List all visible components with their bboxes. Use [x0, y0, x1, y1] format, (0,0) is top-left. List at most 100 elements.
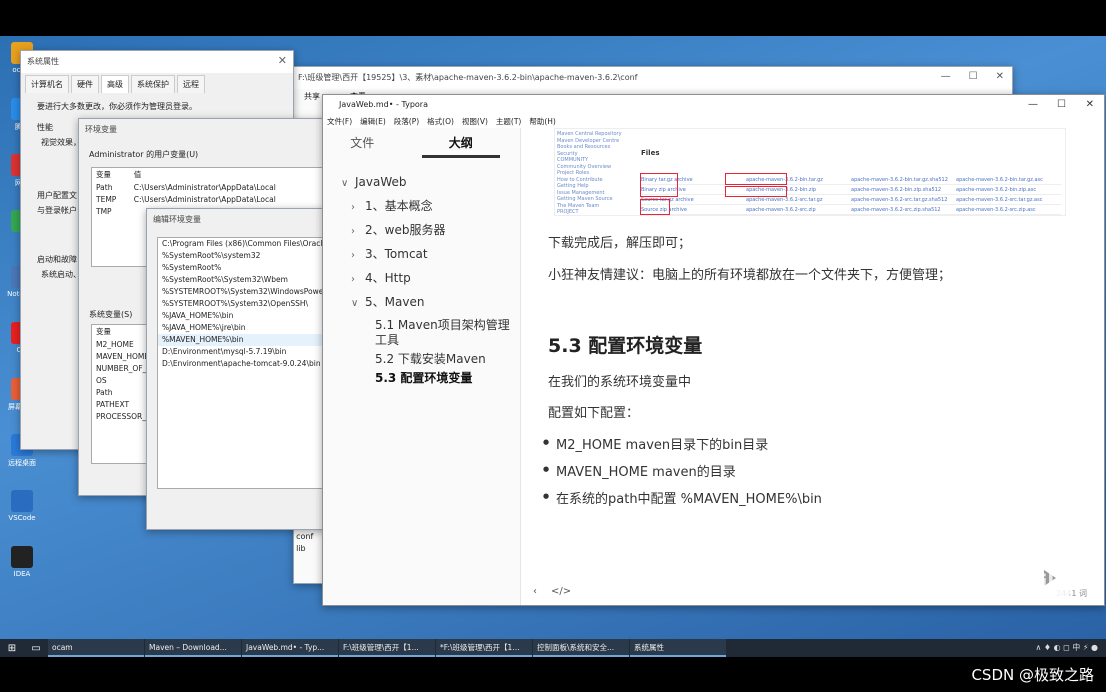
files-cell: apache-maven-3.6.2-src.zip: [746, 207, 816, 213]
maximize-icon[interactable]: ☐: [1057, 95, 1066, 115]
tab-outline[interactable]: 大纲: [421, 128, 500, 158]
outline-root[interactable]: ∨ JavaWeb: [323, 170, 520, 194]
sysprops-intro: 要进行大多数更改，你必须作为管理员登录。: [37, 102, 197, 111]
taskbar-item[interactable]: Maven – Download...: [145, 639, 241, 657]
minimize-icon[interactable]: —: [941, 71, 951, 82]
folder-icon: ■: [293, 544, 294, 553]
var-value: C:\Users\Administrator\AppData\Local: [133, 194, 276, 204]
path-entry[interactable]: %MAVEN_HOME%\bin: [158, 334, 325, 346]
chevron-down-icon: ∨: [341, 178, 349, 189]
chevron-right-icon: ›: [351, 250, 355, 261]
outline-item[interactable]: › 2、web服务器: [323, 218, 520, 242]
typora-window: JavaWeb.md• - Typora — ☐ ✕ 文件(F) 编辑(E) 段落(…: [322, 94, 1105, 606]
path-entry[interactable]: %SYSTEMROOT%\System32\WindowsPowerShe: [158, 286, 325, 298]
tab-0[interactable]: 计算机名: [25, 75, 69, 93]
user-vars-label: Administrator 的用户变量(U): [89, 150, 199, 159]
path-entry[interactable]: %SYSTEMROOT%\System32\OpenSSH\: [158, 298, 325, 310]
sidebar-footer: [323, 581, 521, 605]
app-icon: [11, 490, 33, 512]
outline-subitem[interactable]: 5.3 配置环境变量: [323, 371, 513, 386]
var-name: TEMP: [96, 194, 117, 204]
source-code-icon[interactable]: </>: [551, 586, 571, 597]
paragraph: 配置如下配置：: [548, 406, 640, 421]
outline-label: JavaWeb: [355, 175, 407, 189]
path-entry[interactable]: %JAVA_HOME%\bin: [158, 310, 325, 322]
tab-1[interactable]: 硬件: [71, 75, 99, 93]
taskbar-item[interactable]: 控制面板\系统和安全...: [533, 639, 629, 657]
menu-item[interactable]: 文件(F): [327, 115, 352, 128]
tab-3[interactable]: 系统保护: [131, 75, 175, 93]
menu-item[interactable]: 主题(T): [496, 115, 521, 128]
task-view-icon[interactable]: ▭: [24, 643, 48, 654]
letterbox-top: [0, 0, 1106, 36]
taskbar-item[interactable]: *F:\班级管理\西开【1...: [436, 639, 532, 657]
chevron-right-icon: ›: [351, 274, 355, 285]
outline-item[interactable]: › 3、Tomcat: [323, 242, 520, 266]
path-entry[interactable]: %JAVA_HOME%\jre\bin: [158, 322, 325, 334]
menu-item[interactable]: 编辑(E): [360, 115, 386, 128]
system-tray[interactable]: ∧ ♦ ◐ ◻ 中 ⚡ ●: [1035, 639, 1098, 657]
outline-item[interactable]: › 1、基本概念: [323, 194, 520, 218]
folder-lib[interactable]: ■ lib: [293, 544, 324, 556]
csdn-watermark: CSDN @极致之路: [971, 666, 1094, 684]
close-icon[interactable]: ✕: [996, 71, 1004, 82]
menu-item[interactable]: 视图(V): [462, 115, 488, 128]
explorer-title: F:\班级管理\西开【19525】\3、素材\apache-maven-3.6.…: [294, 67, 1012, 89]
desktop-icon[interactable]: IDEA: [6, 546, 38, 578]
envvars-title: 环境变量: [79, 119, 327, 141]
highlight-box: [725, 173, 787, 185]
path-entry[interactable]: D:\Environment\mysql-5.7.19\bin: [158, 346, 325, 358]
taskbar-item[interactable]: 系统属性: [630, 639, 726, 657]
highlight-box: [640, 173, 678, 197]
tab-2[interactable]: 高级: [101, 75, 129, 93]
menu-item[interactable]: 段落(P): [394, 115, 419, 128]
col-val: 值: [133, 170, 142, 179]
outline-item[interactable]: ∨ 5、Maven: [323, 290, 520, 314]
sidebar-tabs: 文件 大纲: [323, 128, 520, 158]
outline-subitem[interactable]: 5.1 Maven项目架构管理工具: [323, 318, 513, 348]
tab-files[interactable]: 文件: [323, 128, 402, 158]
folder-conf[interactable]: ■ conf: [293, 532, 324, 544]
maven-link: Maven Central Repository: [557, 131, 622, 137]
paragraph: 在我们的系统环境变量中: [548, 375, 692, 390]
var-value: C:\Users\Administrator\AppData\Local: [133, 182, 276, 192]
path-entry[interactable]: %SystemRoot%\system32: [158, 250, 325, 262]
taskbar-item[interactable]: ocam: [48, 639, 144, 657]
path-entry[interactable]: %SystemRoot%: [158, 262, 325, 274]
list-item: MAVEN_HOME maven的目录: [543, 461, 736, 480]
outline-subitem[interactable]: 5.2 下载安装Maven: [323, 352, 513, 367]
windows-start-icon[interactable]: ⊞: [0, 643, 24, 654]
table-row[interactable]: Path C:\Users\Administrator\AppData\Local: [92, 181, 327, 193]
table-row[interactable]: TEMP C:\Users\Administrator\AppData\Local: [92, 193, 327, 205]
taskbar-item[interactable]: JavaWeb.md• - Typ...: [242, 639, 338, 657]
path-entry[interactable]: D:\Environment\apache-tomcat-9.0.24\bin: [158, 358, 325, 370]
highlight-box: [725, 186, 787, 197]
letterbox-bottom: [0, 657, 1106, 692]
tab-4[interactable]: 远程: [177, 75, 205, 93]
minimize-icon[interactable]: —: [1028, 95, 1038, 115]
app-icon: [11, 546, 33, 568]
menu-item[interactable]: 帮助(H): [529, 115, 556, 128]
path-list[interactable]: C:\Program Files (x86)\Common Files\Orac…: [157, 237, 325, 489]
back-icon[interactable]: ‹: [533, 586, 537, 597]
folder-icon: ■: [293, 532, 294, 541]
menu-item[interactable]: 格式(O): [427, 115, 454, 128]
path-entry[interactable]: C:\Program Files (x86)\Common Files\Orac…: [158, 238, 325, 250]
path-entry[interactable]: %SystemRoot%\System32\Wbem: [158, 274, 325, 286]
bilibili-watermark: 西部开源-秦疆 bilibili: [890, 570, 1096, 594]
files-cell: apache-maven-3.6.2-bin.tar.gz.sha512: [851, 177, 948, 183]
desktop: ocam腾讯网易NotepadQQ屏幕录像远程桌面VSCodeIDEA F:\班…: [0, 36, 1106, 639]
editor-content[interactable]: Maven Central Repository Maven Developer …: [522, 128, 1104, 605]
sys-vars-label: 系统变量(S): [89, 310, 133, 319]
var-name: TMP: [96, 206, 112, 216]
edit-env-window: 编辑环境变量 C:\Program Files (x86)\Common Fil…: [146, 208, 326, 530]
outline-item[interactable]: › 4、Http: [323, 266, 520, 290]
files-row: Binary tar.gz archive apache-maven-3.6.2-…: [641, 175, 1061, 185]
close-icon[interactable]: ✕: [1086, 95, 1094, 115]
maximize-icon[interactable]: ☐: [969, 71, 978, 82]
close-icon[interactable]: ✕: [278, 54, 287, 67]
taskbar-item[interactable]: F:\班级管理\西开【1...: [339, 639, 435, 657]
files-cell: apache-maven-3.6.2-src.zip.asc: [956, 207, 1036, 213]
ribbon-share[interactable]: 共享: [304, 91, 320, 102]
desktop-icon[interactable]: VSCode: [6, 490, 38, 522]
